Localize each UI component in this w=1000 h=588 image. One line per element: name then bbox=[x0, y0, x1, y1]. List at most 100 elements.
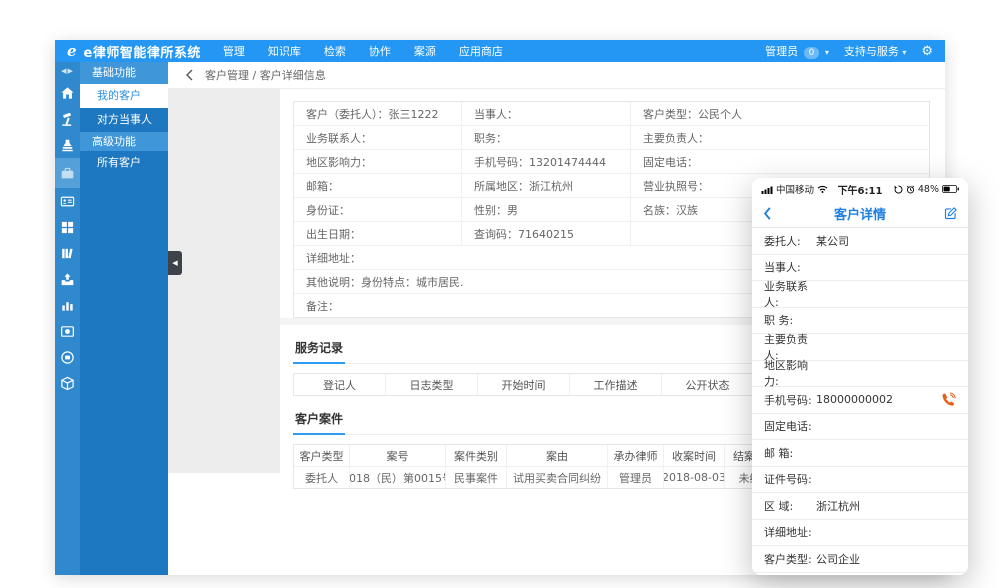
row-label: 手机号码: bbox=[764, 392, 816, 408]
sidebar-section-basic: 基础功能 bbox=[80, 62, 168, 84]
row-label: 邮 箱: bbox=[764, 445, 816, 461]
cube-icon[interactable] bbox=[55, 370, 80, 396]
row-label: 业务联系人: bbox=[764, 278, 816, 310]
form-row: 业务联系人： 职务： 主要负责人： bbox=[294, 126, 929, 150]
library-icon[interactable] bbox=[55, 240, 80, 266]
list-item-cutoff: 公司性质: 民营 bbox=[752, 573, 968, 576]
cell-case-category: 民事案件 bbox=[446, 467, 507, 488]
phone-status-bar: 中国移动 下午6:11 48% bbox=[752, 178, 968, 200]
breadcrumb: 客户管理 / 客户详细信息 bbox=[205, 67, 326, 83]
sidebar-collapse-handle[interactable]: ◀ bbox=[168, 251, 182, 275]
secondary-sidebar: 基础功能 我的客户 对方当事人 高级功能 所有客户 ◀ bbox=[80, 62, 168, 575]
field-position: 职务： bbox=[462, 126, 631, 149]
list-item: 客户类型: 公司企业 bbox=[752, 546, 968, 573]
form-row: 地区影响力： 手机号码：13201474444 固定电话： bbox=[294, 150, 929, 174]
stamp-icon[interactable] bbox=[55, 132, 80, 158]
field-business-contact: 业务联系人： bbox=[294, 126, 462, 149]
user-dropdown[interactable]: 管理员 0 ▾ bbox=[765, 43, 829, 59]
menu-item-knowledge[interactable]: 知识库 bbox=[268, 43, 301, 59]
upload-box-icon[interactable] bbox=[55, 266, 80, 292]
list-item: 地区影响力: bbox=[752, 361, 968, 388]
gallery-icon[interactable] bbox=[55, 318, 80, 344]
phone-page-title: 客户详情 bbox=[752, 204, 968, 223]
edit-icon[interactable] bbox=[943, 206, 958, 221]
sidebar-item-opposing-party[interactable]: 对方当事人 bbox=[80, 108, 168, 132]
col-public-status: 公开状态 bbox=[662, 374, 754, 395]
support-dropdown[interactable]: 支持与服务 ▾ bbox=[844, 43, 907, 59]
orientation-lock-icon bbox=[894, 185, 903, 194]
row-label: 委托人: bbox=[764, 233, 816, 249]
menu-item-collaborate[interactable]: 协作 bbox=[369, 43, 391, 59]
breadcrumb-bar: 客户管理 / 客户详细信息 bbox=[168, 62, 945, 89]
list-item: 区 域: 浙江杭州 bbox=[752, 493, 968, 520]
col-cause: 案由 bbox=[507, 445, 608, 466]
list-item: 委托人: 某公司 bbox=[752, 228, 968, 255]
cell-client-type: 委托人 bbox=[294, 467, 350, 488]
row-value: 公司企业 bbox=[816, 551, 956, 567]
id-card-icon[interactable] bbox=[55, 188, 80, 214]
col-case-no: 案号 bbox=[350, 445, 446, 466]
battery-percent: 48% bbox=[918, 184, 939, 195]
row-label: 职 务: bbox=[764, 312, 816, 328]
cell-case-no: 2018（民）第0015号 bbox=[350, 467, 446, 488]
top-menu: 管理 知识库 检索 协作 案源 应用商店 bbox=[223, 43, 503, 59]
field-mobile: 手机号码：13201474444 bbox=[462, 150, 631, 173]
grid-icon[interactable] bbox=[55, 214, 80, 240]
app-title: e律师智能律所系统 bbox=[84, 42, 201, 61]
field-landline: 固定电话： bbox=[631, 150, 929, 173]
form-row: 客户（委托人）：张三1222 当事人： 客户类型：公民个人 bbox=[294, 102, 929, 126]
gavel-icon[interactable] bbox=[55, 106, 80, 132]
list-item-mobile: 手机号码: 18000000002 bbox=[752, 387, 968, 414]
home-icon[interactable] bbox=[55, 80, 80, 106]
back-chevron-icon[interactable] bbox=[185, 69, 194, 81]
briefcase-icon[interactable] bbox=[55, 158, 80, 188]
row-value: 某公司 bbox=[816, 233, 956, 249]
cell-accept-time: 2018-08-03 bbox=[664, 467, 725, 488]
list-item: 固定电话: bbox=[752, 414, 968, 441]
record-icon[interactable] bbox=[55, 344, 80, 370]
collapsed-list-panel bbox=[168, 89, 280, 473]
sidebar-item-all-clients[interactable]: 所有客户 bbox=[80, 151, 168, 175]
navbar-right: 管理员 0 ▾ 支持与服务 ▾ ⚙ bbox=[765, 43, 933, 59]
call-icon[interactable] bbox=[941, 392, 956, 407]
icon-rail: ◀▶ bbox=[55, 62, 80, 575]
top-navbar: e e律师智能律所系统 管理 知识库 检索 协作 案源 应用商店 管理员 0 ▾… bbox=[55, 40, 945, 62]
bar-chart-icon[interactable] bbox=[55, 292, 80, 318]
field-id-card: 身份证： bbox=[294, 198, 462, 221]
field-region: 所属地区：浙江杭州 bbox=[462, 174, 631, 197]
menu-item-search[interactable]: 检索 bbox=[324, 43, 346, 59]
cell-cause: 试用买卖合同纠纷 bbox=[507, 467, 608, 488]
field-client-type: 客户类型：公民个人 bbox=[631, 102, 929, 125]
phone-back-chevron-icon[interactable] bbox=[762, 206, 772, 221]
row-label: 证件号码: bbox=[764, 471, 816, 487]
row-label: 详细地址: bbox=[764, 524, 816, 540]
col-log-type: 日志类型 bbox=[386, 374, 478, 395]
menu-item-case-source[interactable]: 案源 bbox=[414, 43, 436, 59]
cell-lawyer: 管理员 bbox=[608, 467, 664, 488]
gear-icon[interactable]: ⚙ bbox=[921, 44, 933, 59]
sidebar-section-advanced: 高级功能 bbox=[80, 132, 168, 151]
rail-collapse-icon[interactable]: ◀▶ bbox=[55, 62, 80, 80]
col-work-desc: 工作描述 bbox=[570, 374, 662, 395]
row-label: 固定电话: bbox=[764, 418, 816, 434]
col-case-category: 案件类别 bbox=[446, 445, 507, 466]
col-start-time: 开始时间 bbox=[478, 374, 570, 395]
field-query-code: 查询码：71640215 bbox=[462, 222, 631, 245]
col-client-type: 客户类型 bbox=[294, 445, 350, 466]
list-item: 证件号码: bbox=[752, 467, 968, 494]
menu-item-app-store[interactable]: 应用商店 bbox=[459, 43, 503, 59]
chevron-down-icon: ▾ bbox=[902, 48, 906, 57]
menu-item-manage[interactable]: 管理 bbox=[223, 43, 245, 59]
phone-header: 客户详情 bbox=[752, 200, 968, 228]
notification-badge: 0 bbox=[804, 47, 820, 59]
list-item: 邮 箱: bbox=[752, 440, 968, 467]
support-label: 支持与服务 bbox=[844, 45, 899, 58]
alarm-icon bbox=[906, 185, 915, 194]
battery-icon bbox=[942, 185, 959, 193]
sidebar-item-my-clients[interactable]: 我的客户 bbox=[80, 84, 168, 108]
screenshot-canvas: e e律师智能律所系统 管理 知识库 检索 协作 案源 应用商店 管理员 0 ▾… bbox=[0, 0, 1000, 588]
field-client: 客户（委托人）：张三1222 bbox=[294, 102, 462, 125]
row-label: 区 域: bbox=[764, 498, 816, 514]
phone-detail-list: 委托人: 某公司 当事人: 业务联系人: 职 务: 主要负责人: 地区影响力: bbox=[752, 228, 968, 575]
col-lawyer: 承办律师 bbox=[608, 445, 664, 466]
